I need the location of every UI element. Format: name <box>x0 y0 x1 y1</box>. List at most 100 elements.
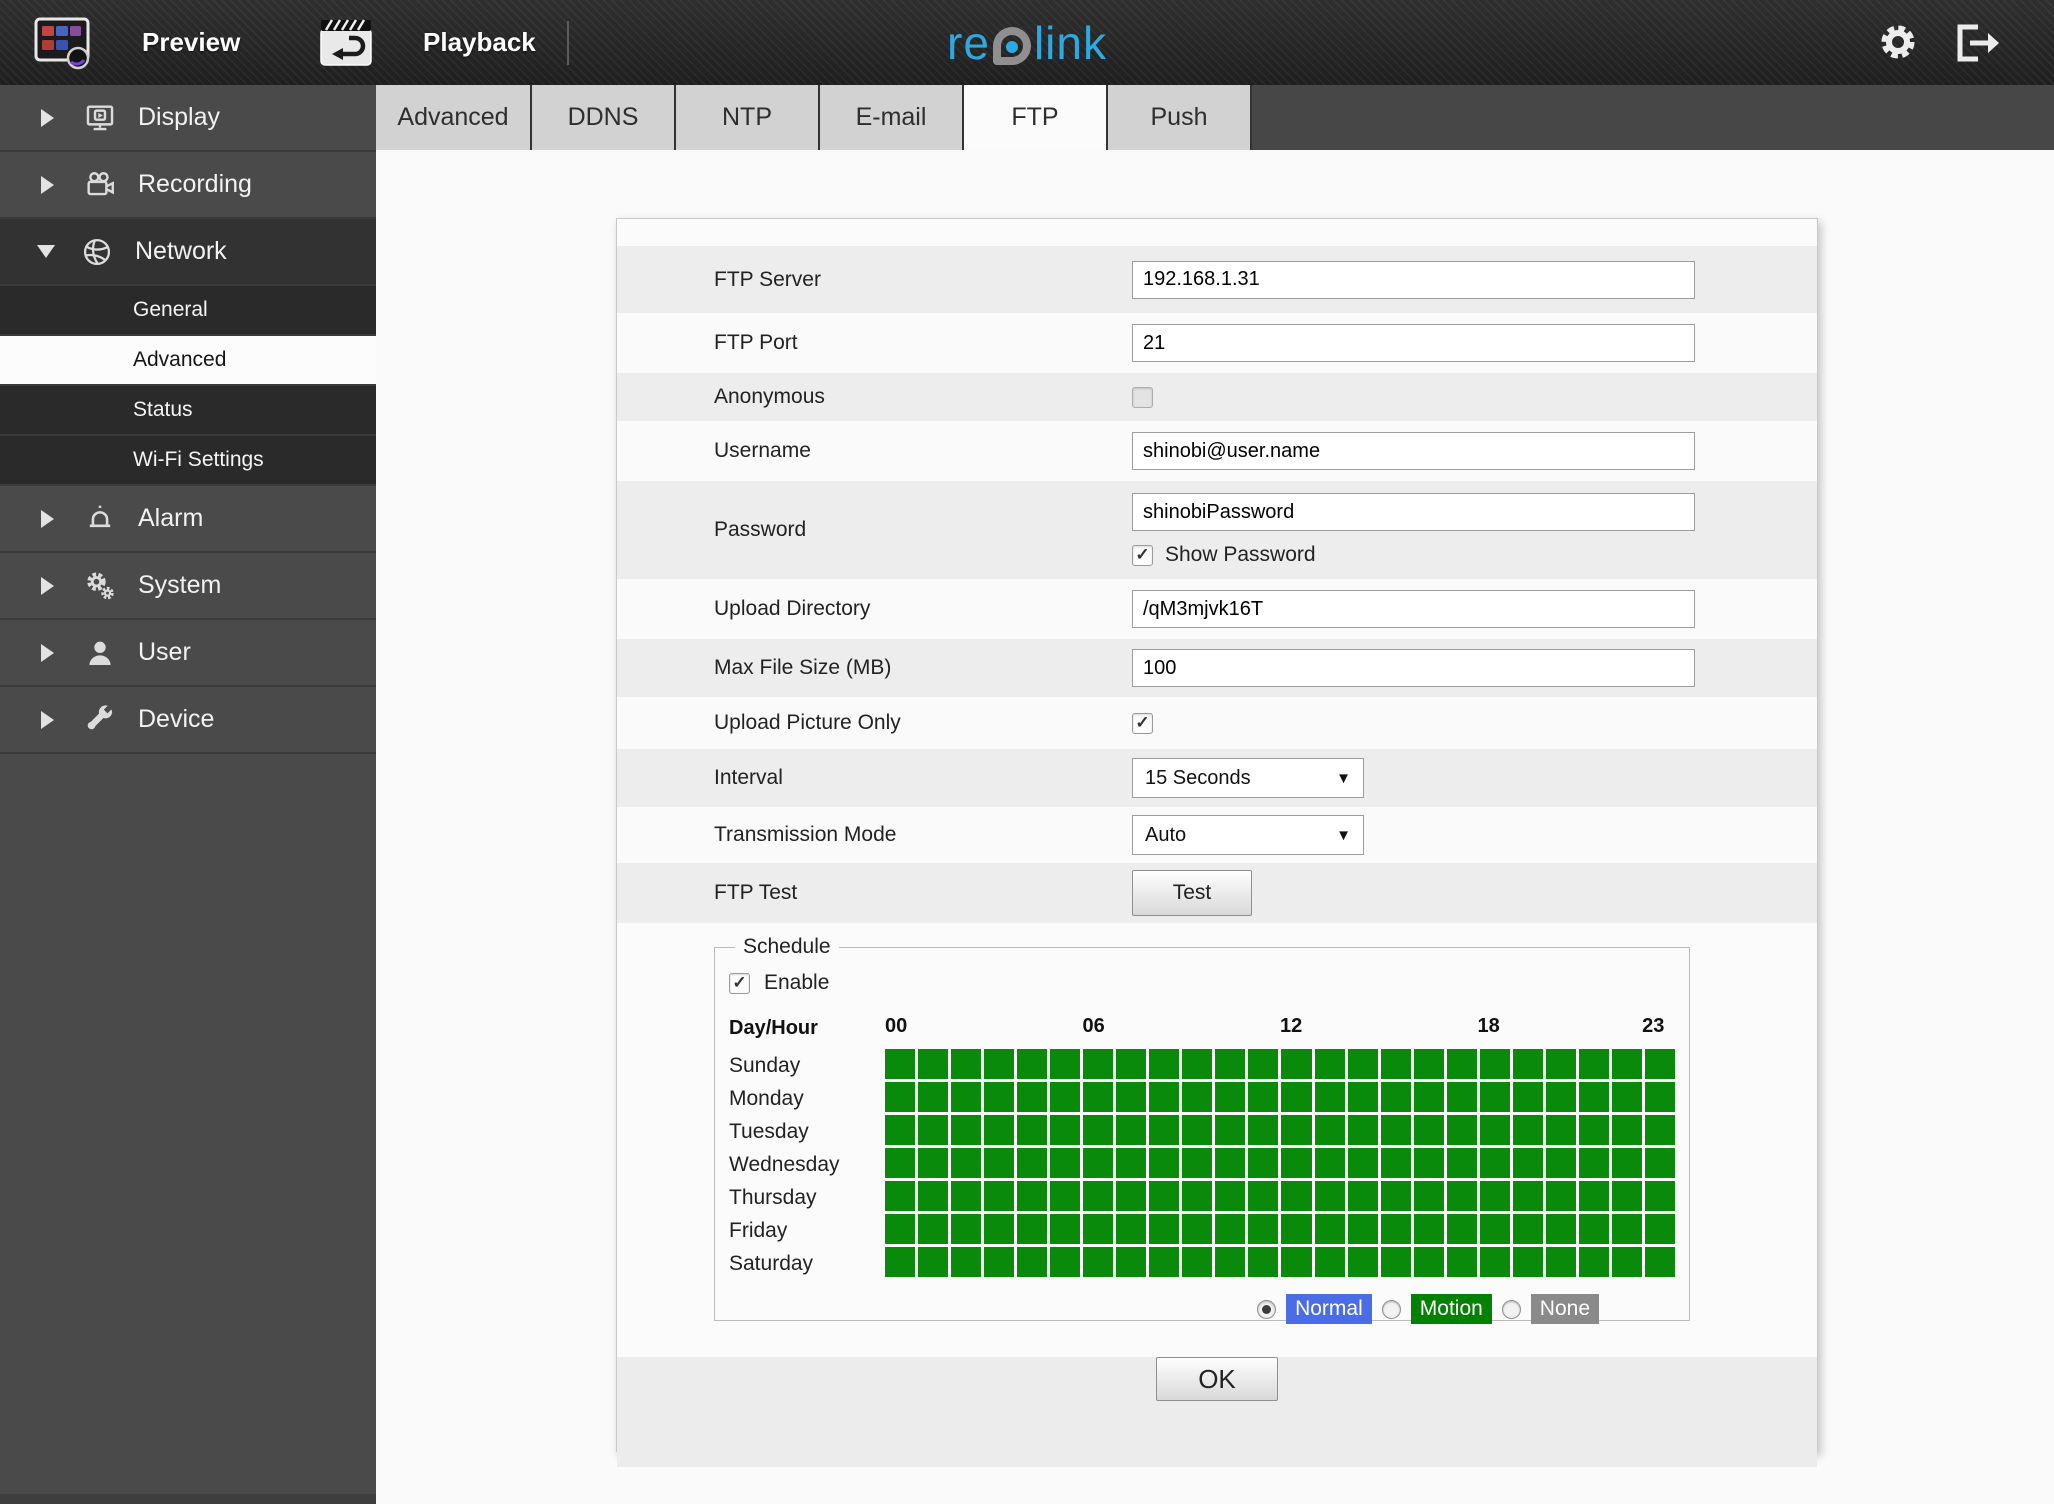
tab-ntp[interactable]: NTP <box>676 85 820 150</box>
schedule-cell[interactable] <box>1644 1214 1675 1244</box>
username-input[interactable] <box>1132 432 1695 470</box>
schedule-cell[interactable] <box>1017 1181 1048 1211</box>
schedule-cell[interactable] <box>1248 1049 1279 1079</box>
schedule-cell[interactable] <box>1182 1115 1213 1145</box>
ftp-test-button[interactable]: Test <box>1132 870 1252 916</box>
schedule-cell[interactable] <box>1050 1049 1081 1079</box>
schedule-cell[interactable] <box>1413 1115 1444 1145</box>
schedule-cell[interactable] <box>1149 1214 1180 1244</box>
schedule-cell[interactable] <box>1479 1148 1510 1178</box>
schedule-cell[interactable] <box>1479 1214 1510 1244</box>
schedule-cell[interactable] <box>1479 1181 1510 1211</box>
schedule-cell[interactable] <box>1380 1148 1411 1178</box>
upload-picture-only-checkbox[interactable]: ✓ <box>1132 712 1153 734</box>
schedule-cell[interactable] <box>1017 1148 1048 1178</box>
schedule-cell[interactable] <box>951 1181 982 1211</box>
schedule-cell[interactable] <box>1017 1082 1048 1112</box>
schedule-cell[interactable] <box>885 1181 916 1211</box>
mode-radio-normal[interactable] <box>1257 1299 1277 1319</box>
schedule-cell[interactable] <box>1347 1082 1378 1112</box>
schedule-cell[interactable] <box>1248 1247 1279 1277</box>
schedule-cell[interactable] <box>1182 1181 1213 1211</box>
schedule-cell[interactable] <box>1380 1082 1411 1112</box>
schedule-cell[interactable] <box>1611 1082 1642 1112</box>
mode-radio-motion[interactable] <box>1381 1299 1401 1319</box>
mode-radio-none[interactable] <box>1501 1299 1521 1319</box>
schedule-cell[interactable] <box>1116 1115 1147 1145</box>
schedule-cell[interactable] <box>1380 1115 1411 1145</box>
schedule-cell[interactable] <box>1479 1115 1510 1145</box>
schedule-cell[interactable] <box>1149 1082 1180 1112</box>
schedule-cell[interactable] <box>1149 1247 1180 1277</box>
schedule-cell[interactable] <box>1380 1181 1411 1211</box>
schedule-enable-checkbox[interactable]: ✓ <box>729 972 750 994</box>
schedule-cell[interactable] <box>1215 1181 1246 1211</box>
settings-gear-icon[interactable] <box>1876 20 1920 64</box>
upload-directory-input[interactable] <box>1132 590 1695 628</box>
schedule-cell[interactable] <box>1314 1214 1345 1244</box>
schedule-cell[interactable] <box>1347 1214 1378 1244</box>
schedule-cell[interactable] <box>1545 1247 1576 1277</box>
schedule-cell[interactable] <box>1479 1247 1510 1277</box>
schedule-cell[interactable] <box>1215 1247 1246 1277</box>
schedule-cell[interactable] <box>1083 1148 1114 1178</box>
schedule-cell[interactable] <box>1017 1049 1048 1079</box>
sidebar-item-device[interactable]: Device <box>0 687 376 754</box>
schedule-cell[interactable] <box>951 1247 982 1277</box>
schedule-cell[interactable] <box>984 1247 1015 1277</box>
schedule-cell[interactable] <box>1083 1049 1114 1079</box>
schedule-cell[interactable] <box>1281 1247 1312 1277</box>
password-input[interactable] <box>1132 493 1695 531</box>
sidebar-subitem-advanced[interactable]: Advanced <box>0 336 376 386</box>
schedule-cell[interactable] <box>1083 1214 1114 1244</box>
schedule-cell[interactable] <box>1050 1214 1081 1244</box>
schedule-cell[interactable] <box>1149 1115 1180 1145</box>
schedule-cell[interactable] <box>1248 1214 1279 1244</box>
schedule-cell[interactable] <box>951 1082 982 1112</box>
schedule-cell[interactable] <box>1413 1049 1444 1079</box>
schedule-cell[interactable] <box>918 1082 949 1112</box>
schedule-cell[interactable] <box>1017 1214 1048 1244</box>
schedule-cell[interactable] <box>1050 1115 1081 1145</box>
schedule-cell[interactable] <box>984 1082 1015 1112</box>
schedule-cell[interactable] <box>951 1115 982 1145</box>
schedule-cell[interactable] <box>1413 1181 1444 1211</box>
ok-button[interactable]: OK <box>1156 1357 1278 1401</box>
schedule-cell[interactable] <box>1149 1181 1180 1211</box>
schedule-cell[interactable] <box>1281 1214 1312 1244</box>
schedule-cell[interactable] <box>1281 1049 1312 1079</box>
schedule-cell[interactable] <box>1116 1049 1147 1079</box>
schedule-cell[interactable] <box>1083 1247 1114 1277</box>
schedule-cell[interactable] <box>1380 1247 1411 1277</box>
schedule-cell[interactable] <box>1281 1082 1312 1112</box>
anonymous-checkbox[interactable] <box>1132 386 1153 408</box>
schedule-cell[interactable] <box>918 1148 949 1178</box>
schedule-cell[interactable] <box>1611 1148 1642 1178</box>
schedule-cell[interactable] <box>1611 1181 1642 1211</box>
schedule-cell[interactable] <box>1314 1049 1345 1079</box>
ftp-server-input[interactable] <box>1132 260 1695 299</box>
schedule-cell[interactable] <box>1347 1148 1378 1178</box>
schedule-cell[interactable] <box>1578 1181 1609 1211</box>
schedule-cell[interactable] <box>1512 1214 1543 1244</box>
schedule-cell[interactable] <box>1248 1082 1279 1112</box>
schedule-cell[interactable] <box>1413 1082 1444 1112</box>
schedule-cell[interactable] <box>1149 1148 1180 1178</box>
schedule-cell[interactable] <box>1182 1148 1213 1178</box>
schedule-cell[interactable] <box>1413 1247 1444 1277</box>
schedule-cell[interactable] <box>1413 1148 1444 1178</box>
ftp-port-input[interactable] <box>1132 324 1695 362</box>
sidebar-scrollbar[interactable] <box>0 1494 376 1504</box>
schedule-cell[interactable] <box>918 1214 949 1244</box>
schedule-cell[interactable] <box>1314 1181 1345 1211</box>
schedule-cell[interactable] <box>1050 1148 1081 1178</box>
schedule-cell[interactable] <box>1347 1115 1378 1145</box>
schedule-cell[interactable] <box>1479 1082 1510 1112</box>
sidebar-subitem-general[interactable]: General <box>0 286 376 336</box>
schedule-cell[interactable] <box>1446 1181 1477 1211</box>
tab-email[interactable]: E-mail <box>820 85 964 150</box>
schedule-cell[interactable] <box>1017 1247 1048 1277</box>
mode-chip-motion[interactable]: Motion <box>1410 1294 1492 1324</box>
schedule-cell[interactable] <box>1446 1148 1477 1178</box>
schedule-cell[interactable] <box>1116 1214 1147 1244</box>
